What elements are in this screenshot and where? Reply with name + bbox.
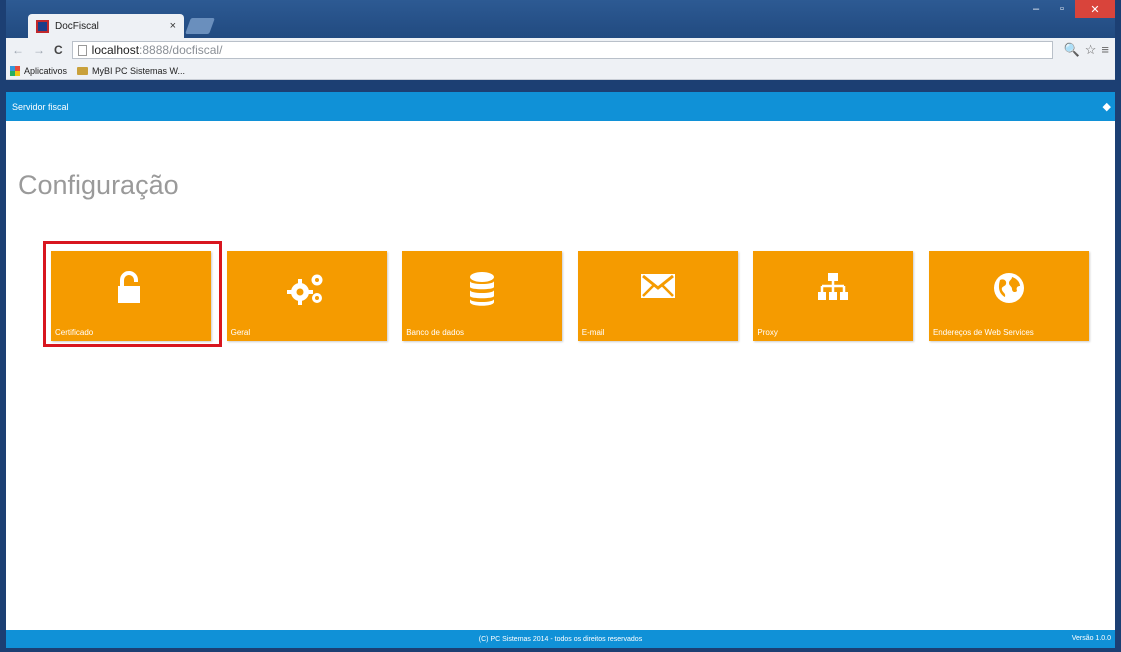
bookmark-label: Aplicativos — [24, 65, 68, 76]
page-viewport: Servidor fiscal ◆ Configuração Certifica… — [6, 92, 1115, 648]
tile-label: E-mail — [581, 328, 605, 337]
page-footer: (C) PC Sistemas 2014 - todos os direitos… — [6, 630, 1115, 648]
tile-proxy[interactable]: Proxy — [753, 251, 914, 341]
maximize-button[interactable]: ▫ — [1049, 0, 1075, 18]
reload-button[interactable]: C — [54, 43, 63, 57]
tab-close-icon[interactable]: × — [170, 20, 176, 32]
globe-icon — [929, 271, 1089, 309]
tile-geral[interactable]: Geral — [226, 251, 387, 341]
gears-icon — [227, 271, 387, 309]
browser-toolbar: ← → C localhost :8888/docfiscal/ 🔍 ☆ ≡ — [6, 38, 1115, 62]
back-button[interactable]: ← — [12, 43, 24, 57]
tile-certificado[interactable]: Certificado — [51, 251, 211, 341]
window-controls: – ▫ ✕ — [1023, 0, 1115, 18]
tile-banco-de-dados[interactable]: Banco de dados — [402, 251, 563, 341]
version-text: Versão 1.0.0 — [1071, 635, 1111, 642]
app-title-link[interactable]: Servidor fiscal — [12, 102, 69, 112]
app-header-bar: Servidor fiscal ◆ — [6, 92, 1115, 121]
url-host: localhost — [91, 43, 140, 57]
app-menu-icon[interactable]: ◆ — [1103, 100, 1111, 113]
browser-tab[interactable]: DocFiscal × — [28, 14, 184, 38]
minimize-button[interactable]: – — [1023, 0, 1049, 18]
tile-label: Banco de dados — [406, 328, 465, 337]
title-bar: DocFiscal × – ▫ ✕ — [6, 0, 1115, 38]
tile-enderecos-web-services[interactable]: Endereços de Web Services — [928, 251, 1089, 341]
page-icon — [77, 44, 87, 56]
zoom-icon[interactable]: 🔍 — [1064, 42, 1080, 58]
docfiscal-favicon-icon — [36, 19, 49, 33]
tile-label: Proxy — [757, 328, 778, 337]
bookmark-mybi[interactable]: MyBI PC Sistemas W... — [77, 66, 185, 76]
unlock-icon — [51, 271, 211, 309]
bookmark-label: MyBI PC Sistemas W... — [92, 65, 186, 76]
apps-grid-icon — [10, 65, 20, 76]
bookmark-apps[interactable]: Aplicativos — [10, 65, 68, 76]
url-path: :8888/docfiscal/ — [139, 43, 223, 57]
tab-title: DocFiscal — [55, 20, 99, 32]
page-title: Configuração — [18, 170, 179, 200]
address-bar[interactable]: localhost :8888/docfiscal/ — [71, 41, 1053, 59]
tile-e-mail[interactable]: E-mail — [577, 251, 738, 341]
new-tab-button[interactable] — [185, 18, 215, 34]
database-icon — [402, 271, 562, 309]
forward-button[interactable]: → — [33, 43, 45, 57]
folder-icon — [77, 66, 89, 75]
menu-icon[interactable]: ≡ — [1101, 42, 1109, 58]
bookmark-star-icon[interactable]: ☆ — [1085, 42, 1097, 58]
sitemap-icon — [753, 271, 913, 309]
tile-label: Endereços de Web Services — [932, 328, 1034, 337]
bookmarks-bar: Aplicativos MyBI PC Sistemas W... — [6, 62, 1115, 80]
tile-label: Geral — [230, 328, 251, 337]
config-tiles: Certificado Geral Banco de dados E-mail … — [51, 251, 1105, 341]
copyright-text: (C) PC Sistemas 2014 - todos os direitos… — [478, 635, 643, 643]
envelope-icon — [578, 271, 738, 309]
close-window-button[interactable]: ✕ — [1075, 0, 1115, 18]
tile-label: Certificado — [55, 328, 94, 337]
